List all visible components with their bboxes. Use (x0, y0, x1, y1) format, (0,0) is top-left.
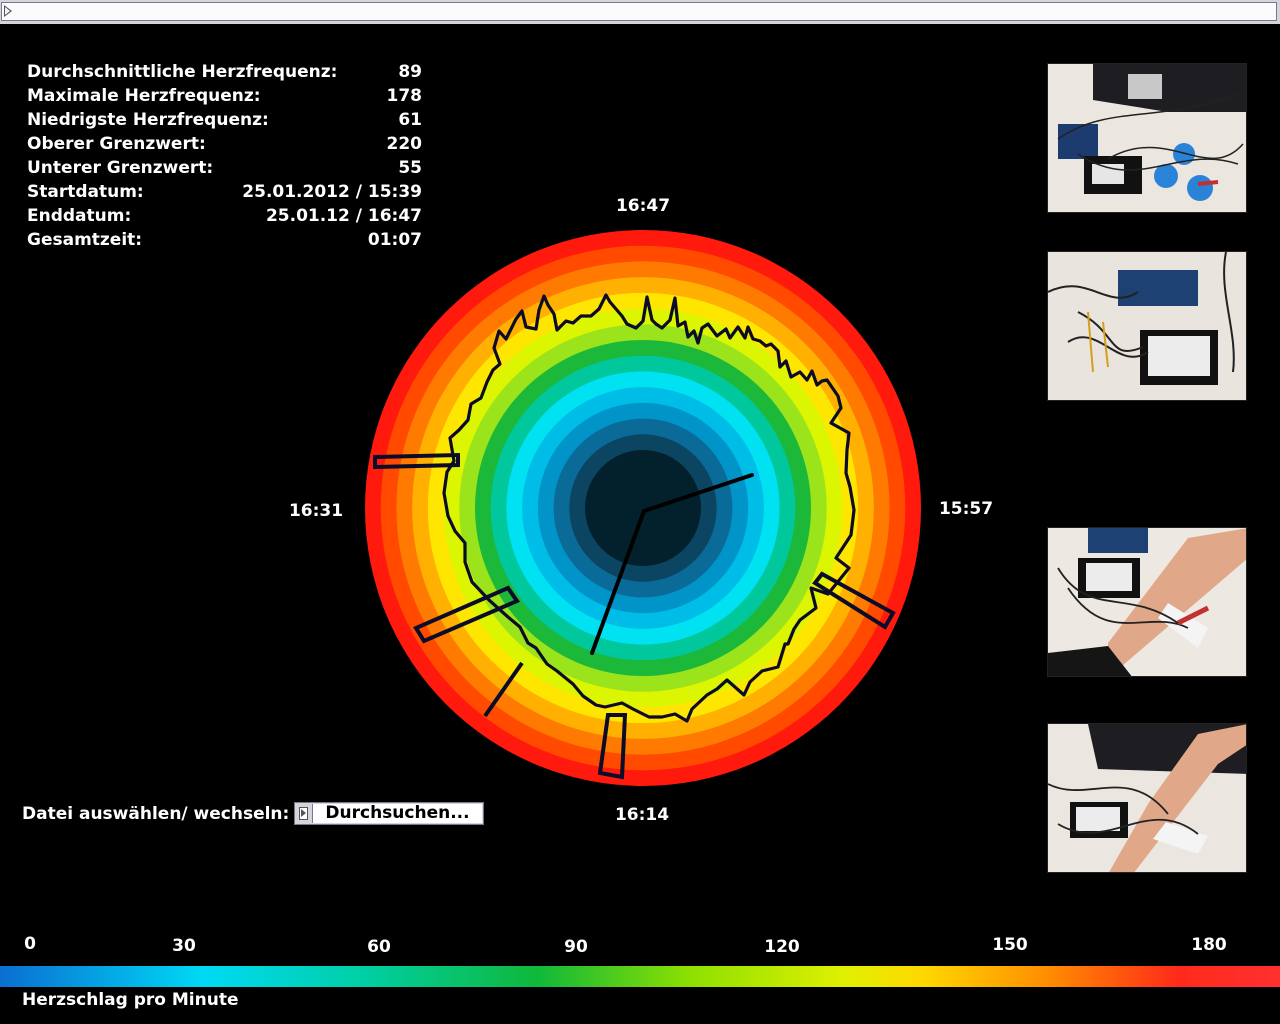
legend-tick: 0 (24, 934, 36, 954)
stat-value: 55 (398, 158, 422, 178)
time-label-bottom: 16:14 (614, 805, 670, 825)
stat-value: 220 (386, 134, 423, 154)
stat-row-start-date: Startdatum: 25.01.2012 / 15:39 (27, 180, 427, 204)
stat-label: Maximale Herzfrequenz: (27, 86, 261, 106)
statistics-panel: Durchschnittliche Herzfrequenz: 89 Maxim… (27, 60, 427, 252)
stat-row-upper-limit: Oberer Grenzwert: 220 (27, 132, 427, 156)
stat-row-minimum: Niedrigste Herzfrequenz: 61 (27, 108, 427, 132)
time-label-left: 16:31 (288, 501, 344, 521)
time-label-right: 15:57 (938, 499, 994, 519)
legend-tick: 60 (367, 937, 391, 957)
stat-label: Enddatum: (27, 206, 132, 226)
stat-label: Gesamtzeit: (27, 230, 143, 250)
color-ring (585, 450, 701, 566)
stat-label: Startdatum: (27, 182, 144, 202)
top-toolbar (0, 0, 1280, 24)
browse-button[interactable]: Durchsuchen... (294, 802, 484, 825)
stat-row-average: Durchschnittliche Herzfrequenz: 89 (27, 60, 427, 84)
stat-value: 89 (398, 62, 422, 82)
stat-row-lower-limit: Unterer Grenzwert: 55 (27, 156, 427, 180)
time-label-top: 16:47 (615, 196, 671, 216)
color-scale-bar (0, 966, 1280, 987)
stat-value: 25.01.2012 / 15:39 (242, 182, 422, 202)
stat-label: Unterer Grenzwert: (27, 158, 214, 178)
ecg-setup-photo-1 (1047, 63, 1247, 213)
ecg-setup-photo-2 (1047, 251, 1247, 401)
play-triangle-icon[interactable] (4, 5, 12, 17)
legend-tick: 120 (764, 937, 800, 957)
stat-value: 61 (398, 110, 422, 130)
legend-tick: 150 (992, 935, 1028, 955)
ecg-arm-photo-3 (1047, 527, 1247, 677)
legend-tick: 180 (1191, 935, 1227, 955)
play-triangle-icon (299, 807, 308, 820)
address-input[interactable] (1, 2, 1277, 21)
legend-title: Herzschlag pro Minute (22, 990, 239, 1010)
stat-row-maximum: Maximale Herzfrequenz: 178 (27, 84, 427, 108)
browse-button-label: Durchsuchen... (325, 803, 470, 823)
stat-label: Durchschnittliche Herzfrequenz: (27, 62, 338, 82)
file-select-label: Datei auswählen/ wechseln: (22, 804, 290, 824)
legend-tick: 30 (172, 936, 196, 956)
stat-label: Niedrigste Herzfrequenz: (27, 110, 269, 130)
heart-rate-radial-chart (365, 230, 921, 786)
stat-value: 178 (386, 86, 423, 106)
stat-label: Oberer Grenzwert: (27, 134, 206, 154)
legend-tick: 90 (564, 937, 588, 957)
ecg-arm-photo-4 (1047, 723, 1247, 873)
